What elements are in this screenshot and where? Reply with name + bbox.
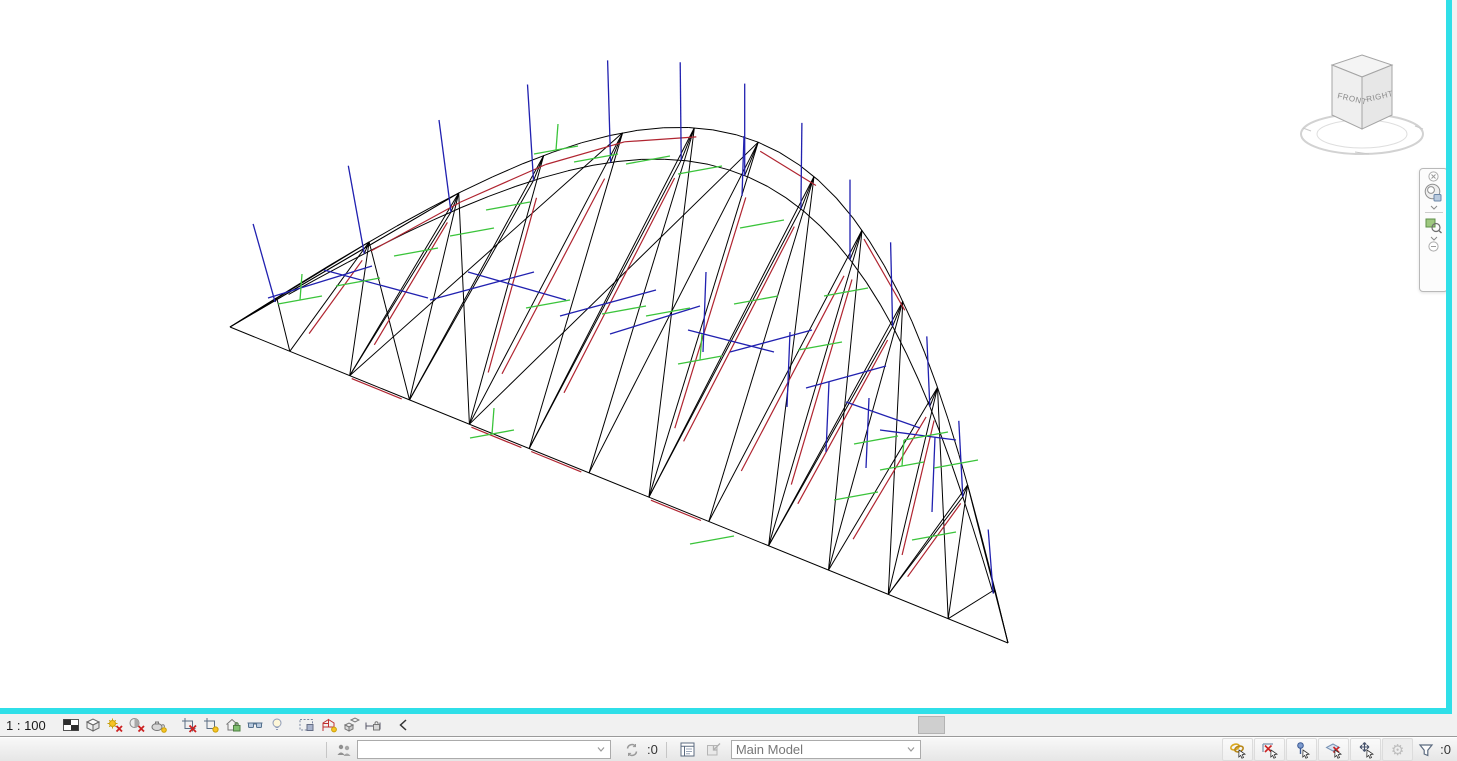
highlight-displacement-sets-button[interactable] — [340, 715, 362, 735]
temporary-hide-isolate-button[interactable] — [244, 715, 266, 735]
zoom-region-icon — [1423, 215, 1444, 236]
status-settings-button[interactable]: ⚙ — [1382, 738, 1413, 761]
visual-style-button[interactable] — [82, 715, 104, 735]
select-links-icon — [1228, 740, 1248, 760]
reveal-constraints-button[interactable] — [362, 715, 384, 735]
select-pinned-icon — [1292, 740, 1312, 760]
steering-wheel-icon — [1422, 182, 1445, 205]
navbar-divider — [1425, 212, 1443, 213]
lock-3d-view-icon — [224, 716, 242, 734]
crop-view-off-icon — [180, 716, 198, 734]
filter-funnel-icon — [1417, 741, 1435, 759]
design-option-selected-value: Main Model — [736, 742, 906, 757]
view-control-bar-collapse-button[interactable] — [392, 715, 414, 735]
drag-on-selection-icon — [1356, 740, 1376, 760]
navigation-bar — [1419, 168, 1448, 292]
steering-wheel-button[interactable] — [1420, 182, 1447, 205]
select-by-face-icon — [1324, 740, 1344, 760]
chevron-down-icon — [1430, 205, 1438, 210]
active-only-toggle[interactable] — [701, 740, 727, 760]
minimize-icon — [1428, 241, 1439, 252]
selection-filter-count: :0 — [1440, 742, 1451, 757]
highlight-displacement-sets-icon — [342, 716, 360, 734]
sun-path-button[interactable] — [104, 715, 126, 735]
crop-view-button[interactable] — [178, 715, 200, 735]
workset-selector[interactable] — [357, 740, 611, 759]
worksets-icon — [335, 741, 353, 759]
worksets-button[interactable] — [331, 740, 357, 760]
select-links-toggle[interactable] — [1222, 738, 1253, 761]
editing-requests-button[interactable] — [619, 740, 645, 760]
collapse-arrow-icon — [397, 718, 409, 732]
view-control-bar: 1 : 100 — [0, 714, 1457, 737]
select-elements-by-face-toggle[interactable] — [1318, 738, 1349, 761]
editing-requests-count: :0 — [647, 742, 658, 757]
select-underlay-elements-toggle[interactable] — [1254, 738, 1285, 761]
separator — [666, 742, 667, 758]
chevron-down-icon — [906, 746, 916, 753]
selection-filter-button[interactable] — [1414, 739, 1438, 760]
chevron-down-icon — [596, 746, 606, 753]
view-scale-button[interactable]: 1 : 100 — [6, 718, 60, 733]
drawing-area[interactable]: FRONT RIGHT — [0, 0, 1447, 708]
design-option-selector[interactable]: Main Model — [731, 740, 921, 759]
reveal-hidden-elements-button[interactable] — [266, 715, 288, 735]
drag-elements-on-selection-toggle[interactable] — [1350, 738, 1381, 761]
detail-level-button[interactable] — [60, 715, 82, 735]
select-pinned-elements-toggle[interactable] — [1286, 738, 1317, 761]
zoom-tool-button[interactable] — [1420, 215, 1447, 236]
shadows-off-icon — [128, 716, 146, 734]
right-gutter — [1452, 0, 1457, 714]
rendering-dialog-button[interactable] — [148, 715, 170, 735]
shadows-button[interactable] — [126, 715, 148, 735]
viewcube[interactable]: FRONT RIGHT — [1295, 42, 1440, 157]
gear-icon: ⚙ — [1391, 741, 1404, 759]
active-only-icon — [704, 740, 723, 759]
temporary-view-properties-button[interactable] — [296, 715, 318, 735]
horizontal-scrollbar-thumb[interactable] — [918, 716, 945, 734]
steering-wheel-dropdown[interactable] — [1420, 205, 1447, 210]
rendering-dialog-icon — [150, 716, 168, 734]
editing-requests-icon — [623, 741, 641, 759]
navbar-minimize-button[interactable] — [1420, 241, 1447, 252]
show-crop-region-button[interactable] — [200, 715, 222, 735]
status-bar: :0 Main Model ⚙ — [0, 738, 1457, 761]
detail-level-icon — [62, 716, 80, 734]
analytical-model-canvas[interactable] — [0, 0, 1447, 708]
sun-path-off-icon — [106, 716, 124, 734]
separator — [326, 742, 327, 758]
visual-style-icon — [84, 716, 102, 734]
revit-window: FRONT RIGHT — [0, 0, 1457, 761]
temporary-hide-isolate-icon — [246, 716, 264, 734]
show-crop-region-icon — [202, 716, 220, 734]
close-icon — [1428, 171, 1439, 182]
design-options-dialog-icon — [678, 740, 697, 759]
temporary-view-properties-icon — [298, 716, 316, 734]
design-options-dialog-button[interactable] — [675, 740, 701, 760]
show-analytical-model-button[interactable] — [318, 715, 340, 735]
lock-3d-view-button[interactable] — [222, 715, 244, 735]
reveal-hidden-elements-icon — [268, 716, 286, 734]
show-analytical-model-icon — [320, 716, 338, 734]
reveal-constraints-icon — [364, 716, 382, 734]
navbar-close-button[interactable] — [1420, 171, 1447, 182]
select-underlay-icon — [1260, 740, 1280, 760]
